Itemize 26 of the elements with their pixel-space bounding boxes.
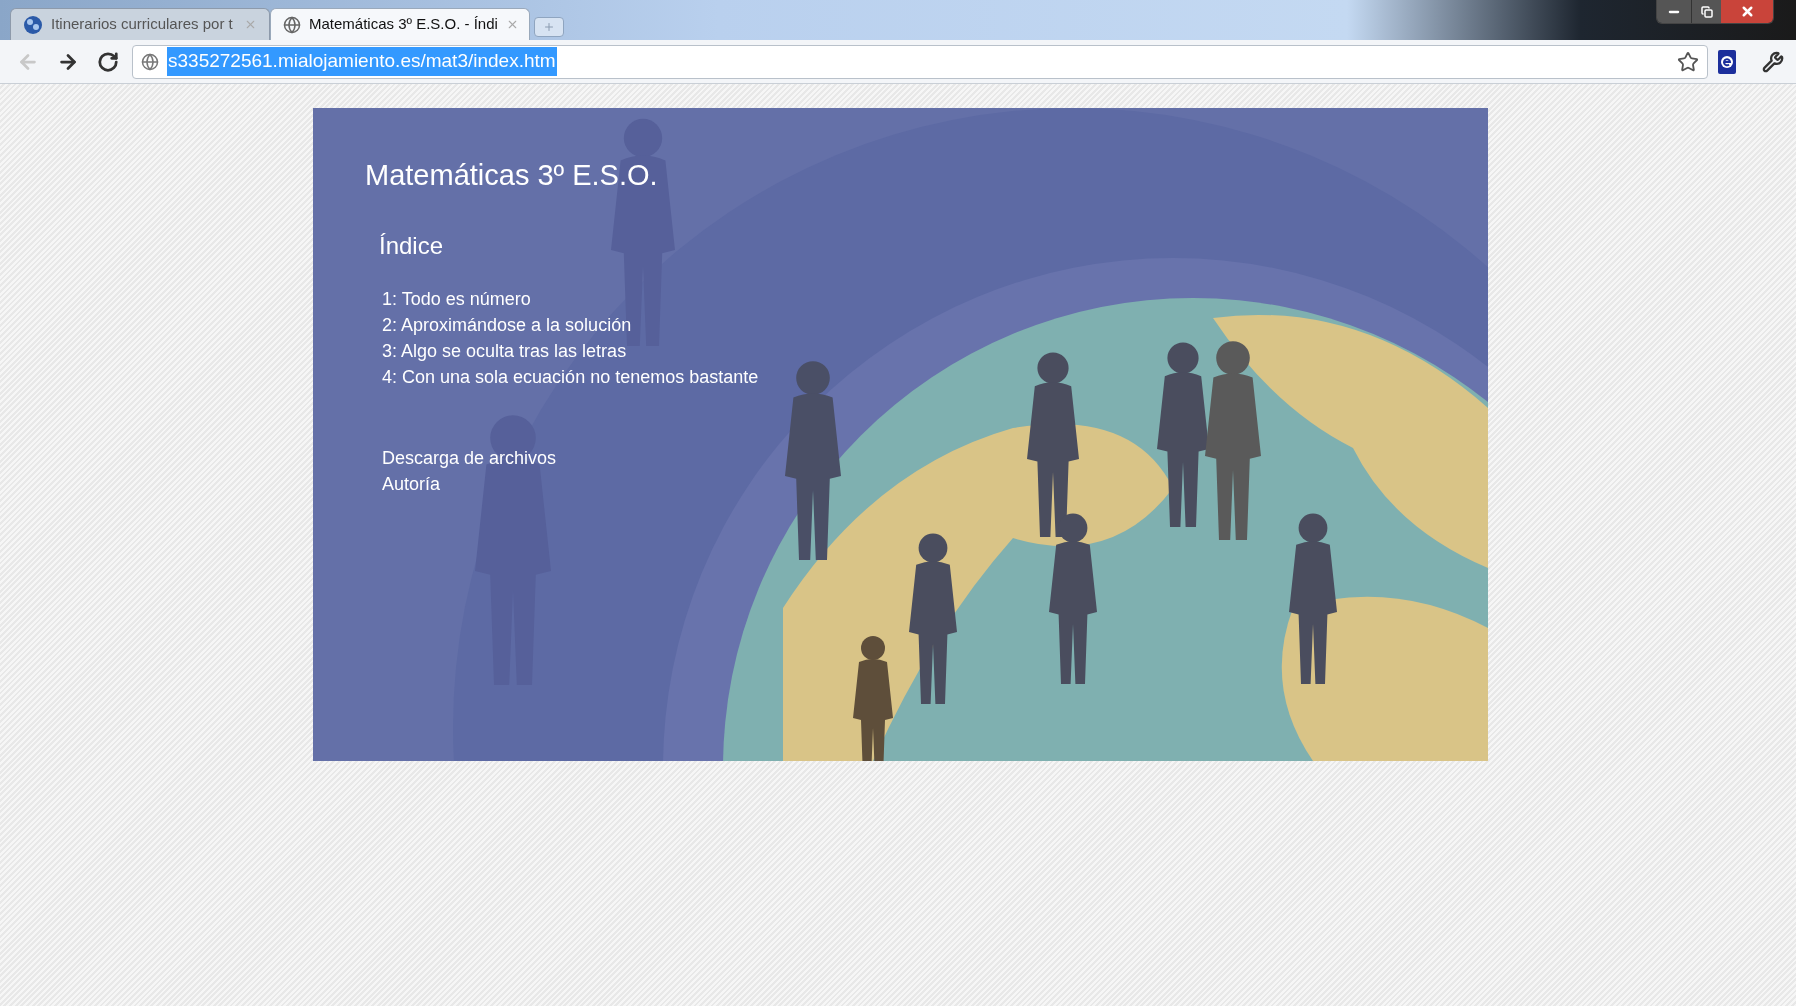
close-button[interactable]	[1721, 0, 1773, 23]
star-icon[interactable]	[1677, 50, 1699, 73]
restore-button[interactable]	[1691, 0, 1721, 23]
browser-tab[interactable]: Itinerarios curriculares por t	[10, 8, 270, 40]
chapter-link[interactable]: 3: Algo se oculta tras las letras	[382, 337, 1488, 364]
page-link[interactable]: Descarga de archivos	[382, 444, 1488, 471]
browser-tab[interactable]: Matemáticas 3º E.S.O. - Índi	[270, 8, 530, 40]
tab-title: Itinerarios curriculares por t	[51, 14, 234, 35]
url-text: s335272561.mialojamiento.es/mat3/index.htm	[167, 47, 557, 76]
wrench-icon[interactable]	[1762, 50, 1784, 73]
minimize-button[interactable]	[1657, 0, 1691, 23]
restore-icon	[1700, 5, 1713, 18]
chapter-link[interactable]: 1: Todo es número	[382, 285, 1488, 312]
globe-icon	[23, 14, 43, 35]
book-e-icon[interactable]	[1716, 48, 1738, 75]
tab-title: Matemáticas 3º E.S.O. - Índi	[309, 14, 498, 35]
page-title: Matemáticas 3º E.S.O.	[365, 158, 659, 193]
index-heading: Índice	[379, 230, 445, 261]
address-bar[interactable]: s335272561.mialojamiento.es/mat3/index.htm	[132, 44, 1708, 79]
globe-icon	[141, 52, 159, 71]
page-link[interactable]: Autoría	[382, 470, 1488, 497]
chapter-link[interactable]: 2: Aproximándose a la solución	[382, 311, 1488, 338]
reload-icon	[97, 50, 119, 73]
chapter-link[interactable]: 4: Con una sola ecuación no tenemos bastante	[382, 363, 1488, 390]
globe-icon	[283, 15, 301, 34]
plus-icon	[543, 21, 555, 33]
